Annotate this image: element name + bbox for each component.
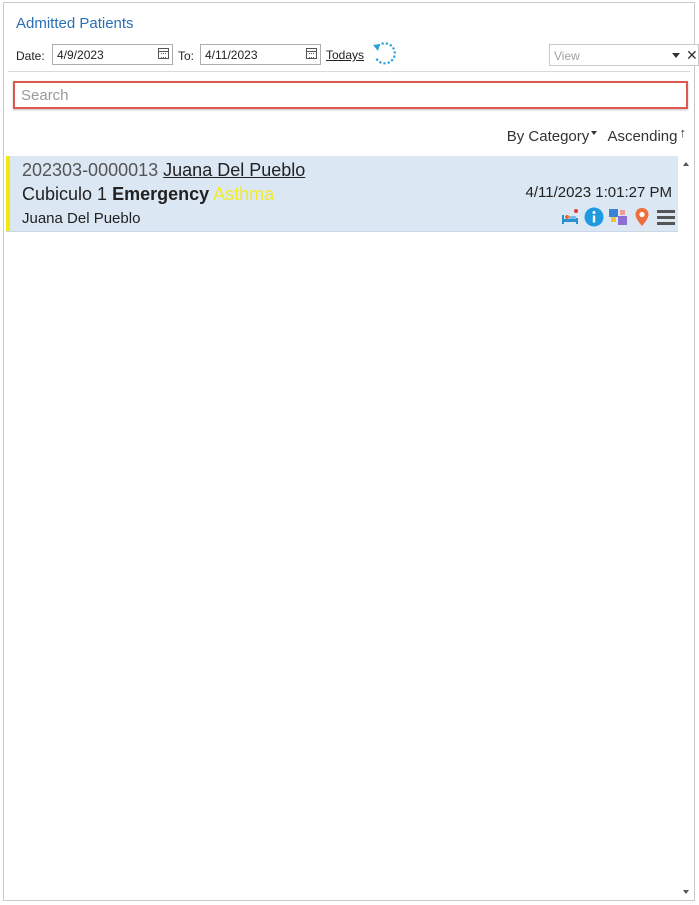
- info-icon[interactable]: [584, 207, 604, 227]
- transfer-icon[interactable]: [608, 207, 628, 227]
- caret-down-icon: [591, 131, 598, 135]
- todays-link[interactable]: Todays: [326, 48, 364, 62]
- patient-id-line: 202303-0000013 Juana Del Pueblo: [22, 160, 305, 181]
- search-box[interactable]: [13, 81, 688, 109]
- to-label: To:: [178, 49, 195, 63]
- calendar-icon[interactable]: [306, 48, 317, 59]
- scrollbar[interactable]: [679, 157, 694, 900]
- calendar-icon[interactable]: [158, 48, 169, 59]
- patient-actions: [560, 207, 676, 227]
- arrow-up-icon: ↑: [679, 125, 687, 140]
- patient-name-link[interactable]: Juana Del Pueblo: [163, 160, 305, 180]
- date-to-field[interactable]: 4/11/2023: [200, 44, 321, 65]
- sort-order-button[interactable]: Ascending ↑: [607, 125, 687, 145]
- date-from-field[interactable]: 4/9/2023: [52, 44, 173, 65]
- divider: [8, 71, 690, 72]
- patient-category: Emergency: [112, 184, 210, 204]
- bed-icon[interactable]: [560, 207, 580, 227]
- view-select[interactable]: View ✕: [549, 44, 699, 66]
- search-input[interactable]: [15, 83, 686, 107]
- patient-location: Cubiculo 1: [22, 184, 108, 204]
- scroll-up-icon[interactable]: [683, 162, 689, 166]
- sort-category-button[interactable]: By Category: [507, 128, 598, 145]
- menu-icon[interactable]: [656, 207, 676, 227]
- patient-id: 202303-0000013: [22, 160, 159, 180]
- date-from-value: 4/9/2023: [57, 48, 104, 62]
- sort-bar: By Category Ascending ↑: [507, 125, 686, 145]
- date-to-value: 4/11/2023: [205, 48, 258, 62]
- patient-condition: Asthma: [213, 184, 275, 204]
- category-accent-bar: [6, 156, 10, 231]
- chevron-down-icon[interactable]: [672, 53, 680, 58]
- patient-subtitle: Juana Del Pueblo: [22, 210, 141, 227]
- admission-datetime: 4/11/2023 1:01:27 PM: [525, 184, 673, 201]
- refresh-icon[interactable]: [370, 40, 398, 68]
- patient-card[interactable]: 202303-0000013 Juana Del Pueblo Cubiculo…: [6, 156, 678, 232]
- close-icon[interactable]: ✕: [686, 47, 698, 64]
- sort-category-label: By Category: [506, 128, 590, 145]
- patient-location-line: Cubiculo 1 Emergency Asthma: [22, 184, 274, 205]
- date-label: Date:: [16, 49, 45, 63]
- scroll-down-icon[interactable]: [683, 890, 689, 894]
- location-pin-icon[interactable]: [632, 207, 652, 227]
- panel-title: Admitted Patients: [16, 15, 134, 32]
- sort-order-label: Ascending: [607, 128, 678, 145]
- view-placeholder: View: [554, 49, 580, 63]
